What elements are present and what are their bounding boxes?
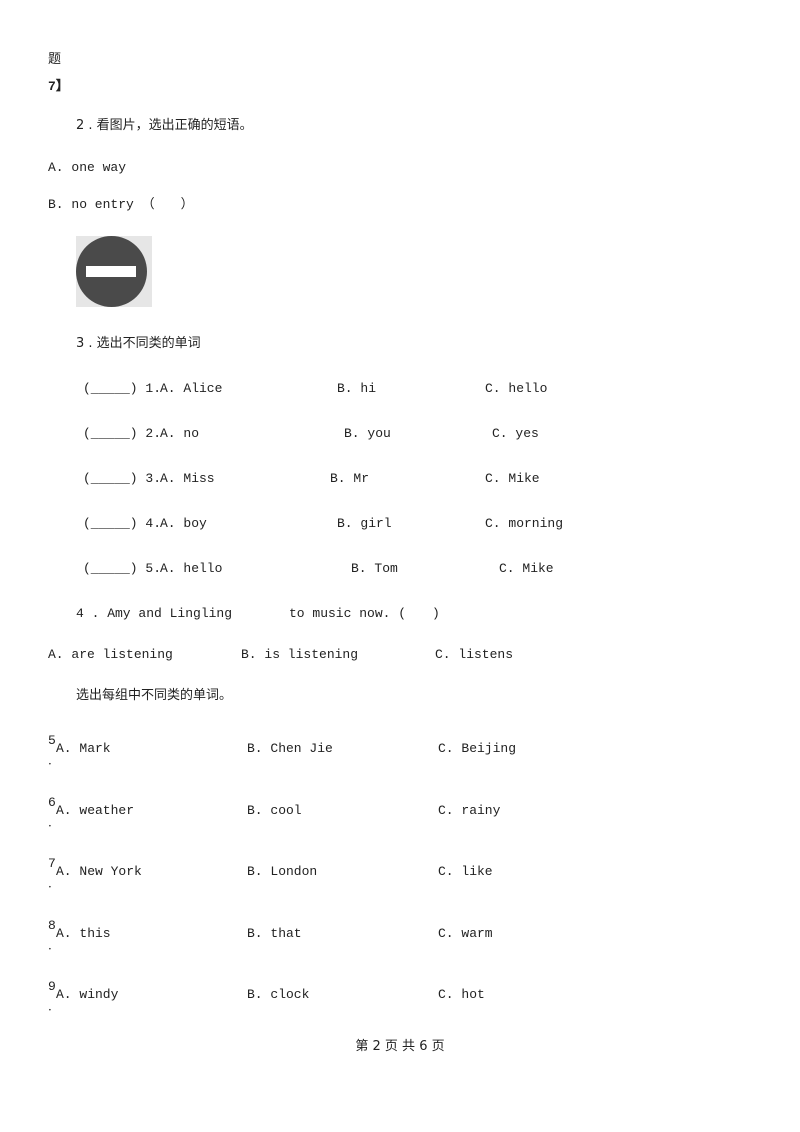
group-option-a: A. New York [56, 864, 142, 879]
q3-row-option-b: B. you [344, 426, 391, 441]
q3-row-option-c: C. Mike [485, 471, 540, 486]
group-number: 6 [48, 795, 56, 810]
section-instruction: 选出每组中不同类的单词。 [76, 688, 233, 703]
q3-row-option-a: A. boy [160, 516, 207, 531]
q3-row-option-b: B. girl [337, 516, 392, 531]
group-option-c: C. Beijing [438, 741, 517, 756]
q3-row-option-a: A. Miss [160, 471, 215, 486]
q3-row-option-a: A. no [160, 426, 200, 441]
group-option-c: C. like [438, 864, 493, 879]
q2-option-b: B. no entry （ ） [48, 197, 194, 212]
no-entry-sign-icon [76, 236, 152, 307]
q4-prompt-part2: to music now. ( ) [289, 606, 440, 621]
group-number: 7 [48, 856, 56, 871]
group-option-a: A. Mark [56, 741, 111, 756]
group-option-c: C. hot [438, 987, 485, 1002]
q3-row-option-b: B. hi [337, 381, 377, 396]
group-option-b: B. cool [247, 803, 302, 818]
q2-prompt: 2 . 看图片，选出正确的短语。 [76, 118, 253, 133]
sign-bar [86, 266, 136, 277]
q3-row-option-c: C. morning [485, 516, 564, 531]
group-dot: · [48, 1003, 52, 1017]
header-fragment-line1: 题 [48, 52, 62, 67]
group-option-b: B. clock [247, 987, 310, 1002]
q3-row-blank[interactable]: (_____) 2. [83, 426, 161, 442]
q3-row-option-c: C. Mike [499, 561, 554, 576]
q3-row-option-a: A. hello [160, 561, 223, 576]
group-option-b: B. Chen Jie [247, 741, 333, 756]
q3-row-option-c: C. yes [492, 426, 539, 441]
group-dot: · [48, 880, 52, 894]
group-dot: · [48, 757, 52, 771]
q3-prompt: 3 . 选出不同类的单词 [76, 336, 201, 351]
group-option-a: A. windy [56, 987, 119, 1002]
group-option-b: B. that [247, 926, 302, 941]
q3-row-blank[interactable]: (_____) 5. [83, 561, 161, 577]
q4-option-b: B. is listening [241, 647, 359, 662]
group-dot: · [48, 819, 52, 833]
q4-option-c: C. listens [435, 647, 514, 662]
page-number: 第 2 页 共 6 页 [355, 1039, 445, 1054]
q3-row-blank[interactable]: (_____) 1. [83, 381, 161, 397]
group-option-c: C. warm [438, 926, 493, 941]
q3-row-blank[interactable]: (_____) 3. [83, 471, 161, 487]
group-number: 9 [48, 979, 56, 994]
group-option-a: A. this [56, 926, 111, 941]
group-option-b: B. London [247, 864, 318, 879]
group-dot: · [48, 942, 52, 956]
q3-row-blank[interactable]: (_____) 4. [83, 516, 161, 532]
q3-row-option-b: B. Tom [351, 561, 398, 576]
q2-option-a: A. one way [48, 160, 127, 175]
q3-row-option-b: B. Mr [330, 471, 370, 486]
header-fragment-line2: 7】 [48, 79, 69, 94]
group-number: 5 [48, 733, 56, 748]
group-number: 8 [48, 918, 56, 933]
group-option-a: A. weather [56, 803, 135, 818]
q4-option-a: A. are listening [48, 647, 173, 662]
group-option-c: C. rainy [438, 803, 501, 818]
q3-row-option-c: C. hello [485, 381, 548, 396]
q4-prompt-part1: 4 . Amy and Lingling [76, 606, 233, 621]
q3-row-option-a: A. Alice [160, 381, 223, 396]
